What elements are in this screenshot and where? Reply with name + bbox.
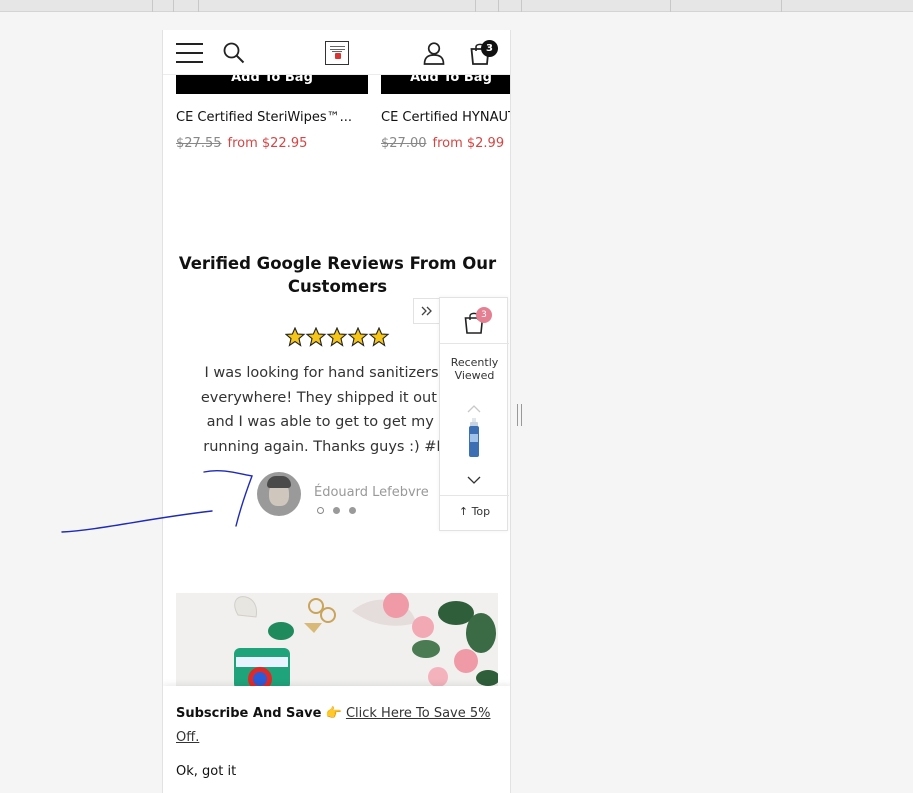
original-price: $27.55 <box>176 136 222 151</box>
scrollbar-handle[interactable] <box>517 404 522 426</box>
back-to-top-button[interactable]: ↑ Top <box>440 505 509 518</box>
search-icon[interactable] <box>222 41 246 65</box>
product-name[interactable]: CE Certified HYNAUT <box>381 110 510 125</box>
hamburger-menu-icon[interactable] <box>176 42 203 63</box>
carousel-dot[interactable] <box>333 507 340 514</box>
product-price: $27.00 from $2.99 <box>381 136 504 151</box>
site-header: 3 <box>163 30 510 75</box>
subscribe-title: Subscribe And Save <box>176 706 322 721</box>
strip-divider <box>173 0 174 12</box>
pointing-hand-icon: 👉 <box>325 706 342 721</box>
reviewer-avatar <box>257 472 301 516</box>
subscribe-bar: Subscribe And Save 👉 Click Here To Save … <box>163 686 510 793</box>
strip-divider <box>521 0 522 12</box>
dismiss-button[interactable]: Ok, got it <box>176 764 236 779</box>
strip-divider <box>152 0 153 12</box>
recently-viewed-label: Recently Viewed <box>450 356 499 382</box>
strip-divider <box>670 0 671 12</box>
arrow-up-icon: ↑ <box>458 505 469 518</box>
store-logo[interactable] <box>325 41 349 65</box>
add-to-bag-button[interactable]: Add To Bag <box>176 72 368 94</box>
divider <box>440 495 509 496</box>
reviewer-name: Édouard Lefebvre <box>314 485 429 500</box>
strip-divider <box>198 0 199 12</box>
star-icon <box>284 326 390 347</box>
sale-price: from $22.95 <box>227 136 308 151</box>
double-chevron-right-icon[interactable] <box>413 298 440 324</box>
strip-divider <box>781 0 782 12</box>
carousel-dot[interactable] <box>349 507 356 514</box>
floating-side-widget: 3 Recently Viewed ↑ Top <box>439 297 509 531</box>
reviews-heading: Verified Google Reviews From Our Custome… <box>178 254 497 296</box>
promo-banner-image[interactable] <box>176 593 498 688</box>
user-icon[interactable] <box>422 41 446 65</box>
product-price: $27.55 from $22.95 <box>176 136 307 151</box>
divider <box>440 343 509 344</box>
carousel-dots <box>317 507 357 515</box>
add-to-bag-button[interactable]: Add To Bag <box>381 72 510 94</box>
chevron-up-icon[interactable] <box>467 399 481 413</box>
strip-divider <box>475 0 476 12</box>
product-name[interactable]: CE Certified SteriWipes™... <box>176 110 368 125</box>
cart-count-badge: 3 <box>481 40 498 57</box>
strip-divider <box>498 0 499 12</box>
recently-viewed-product-thumbnail[interactable] <box>468 418 480 458</box>
browser-top-strip <box>0 0 913 12</box>
original-price: $27.00 <box>381 136 427 151</box>
star-rating <box>284 326 390 347</box>
sale-price: from $2.99 <box>432 136 505 151</box>
subscribe-message: Subscribe And Save 👉 Click Here To Save … <box>176 702 496 750</box>
carousel-dot-active[interactable] <box>317 507 324 514</box>
widget-cart-badge: 3 <box>476 307 492 323</box>
chevron-down-icon[interactable] <box>467 470 481 484</box>
